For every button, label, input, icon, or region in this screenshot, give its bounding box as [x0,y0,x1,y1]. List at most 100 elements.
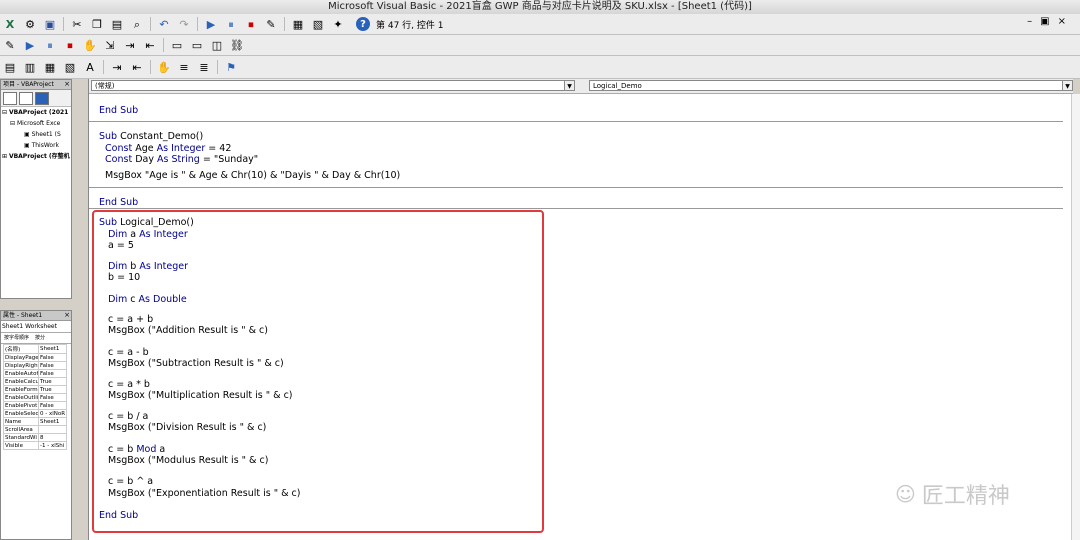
find-icon[interactable]: ⌕ [129,16,145,32]
property-row[interactable]: EnableOutlii False [3,393,68,402]
cursor-position-status: 第 47 行, 控件 1 [376,20,444,31]
call-stack-icon[interactable]: ⛓ [229,37,245,53]
object-browser-icon[interactable]: ✦ [330,16,346,32]
property-value[interactable]: Sheet1 [37,344,68,354]
procedure-combo[interactable]: Logical_Demo ▼ [589,80,1073,91]
run-icon[interactable]: ▶ [203,16,219,32]
tab-categorized[interactable]: 按分 [32,333,48,343]
design-mode-icon[interactable]: ✎ [263,16,279,32]
tree-item[interactable]: ⊞ VBAProject (存整机 [2,151,71,162]
insert-module-icon[interactable]: ⚙ [22,16,38,32]
paste-icon[interactable]: ▤ [109,16,125,32]
property-row[interactable]: EnableForm True [3,385,68,394]
close-icon[interactable]: × [64,80,70,89]
step-into-icon[interactable]: ⇲ [102,37,118,53]
locals-window-icon[interactable]: ▭ [169,37,185,53]
property-row[interactable]: ScrollArea [3,425,68,434]
quick-info-icon[interactable]: ▦ [42,59,58,75]
property-row[interactable]: EnableAutof False [3,369,68,378]
help-icon[interactable]: ? [356,17,370,31]
property-row[interactable]: Name Sheet1 [3,417,68,426]
vertical-scrollbar[interactable] [1071,94,1080,540]
property-row[interactable]: Visible -1 - xlShi [3,441,68,450]
property-name: DisplayRight [3,361,39,370]
undo-icon[interactable]: ↶ [156,16,172,32]
indent-icon[interactable]: ⇥ [109,59,125,75]
property-value[interactable]: -1 - xlShi [37,441,68,450]
uncomment-block-icon[interactable]: ≣ [196,59,212,75]
toggle-folders-icon[interactable] [35,91,49,105]
property-row[interactable]: EnableCalcu True [3,377,68,386]
save-icon[interactable]: ▣ [42,16,58,32]
property-row[interactable]: EnableSelec 0 - xlNoR [3,409,68,418]
property-row[interactable]: StandardWi 8 [3,433,68,442]
immediate-window-icon[interactable]: ▭ [189,37,205,53]
property-row[interactable]: (名称) Sheet1 [3,344,68,354]
step-over-icon[interactable]: ⇥ [122,37,138,53]
object-combo[interactable]: (常规) ▼ [91,80,575,91]
project-explorer-icon[interactable]: ▦ [290,16,306,32]
tree-item[interactable]: ⊟ Microsoft Exce [2,118,71,129]
code-line[interactable]: Const Day As String = "Sunday" [99,154,258,165]
property-row[interactable]: EnablePivot False [3,401,68,410]
property-value[interactable]: False [37,353,68,362]
outdent-icon[interactable]: ⇤ [129,59,145,75]
property-value[interactable]: Sheet1 [37,417,68,426]
property-name: (名称) [3,344,39,354]
property-name: Name [3,417,39,426]
cut-icon[interactable]: ✂ [69,16,85,32]
parameter-info-icon[interactable]: ▧ [62,59,78,75]
window-title: Microsoft Visual Basic - 2021盲盒 GWP 商品与对… [0,0,1080,15]
tree-item[interactable]: ⊟ VBAProject (2021 [2,107,71,118]
code-line[interactable]: End Sub [99,197,138,208]
chevron-down-icon[interactable]: ▼ [1062,81,1072,90]
property-value[interactable]: 0 - xlNoR [37,409,68,418]
complete-word-icon[interactable]: A [82,59,98,75]
property-value[interactable]: False [37,393,68,402]
tab-alphabetic[interactable]: 按字母顺序 [1,333,32,343]
toggle-breakpoint-icon-2[interactable]: ✋ [156,59,172,75]
view-object-icon[interactable] [19,91,33,105]
break-icon-2[interactable]: ⏸ [42,37,58,53]
view-code-icon[interactable] [3,91,17,105]
list-properties-icon[interactable]: ▤ [2,59,18,75]
list-constants-icon[interactable]: ▥ [22,59,38,75]
property-value[interactable] [37,425,68,434]
properties-icon[interactable]: ▧ [310,16,326,32]
close-icon[interactable]: × [64,311,70,320]
property-value[interactable]: False [37,361,68,370]
property-row[interactable]: DisplayPage False [3,353,68,362]
property-value[interactable]: 8 [37,433,68,442]
window-controls[interactable]: –▣× [1027,16,1074,27]
properties-pane-title: 属性 - Sheet1 × [1,311,71,321]
code-line[interactable]: Const Age As Integer = 42 [99,143,231,154]
step-out-icon[interactable]: ⇤ [142,37,158,53]
bookmark-icon[interactable]: ⚑ [223,59,239,75]
tree-item[interactable]: ▣ ThisWork [2,140,71,151]
property-value[interactable]: True [37,377,68,386]
chevron-down-icon[interactable]: ▼ [564,81,574,90]
code-line[interactable]: Sub Constant_Demo() [99,131,203,142]
break-icon[interactable]: ⏸ [223,16,239,32]
code-line[interactable]: End Sub [99,105,138,116]
comment-block-icon[interactable]: ≡ [176,59,192,75]
property-value[interactable]: True [37,385,68,394]
property-value[interactable]: False [37,401,68,410]
tree-item[interactable]: ▣ Sheet1 (S [2,129,71,140]
reset-icon[interactable]: ⏹ [243,16,259,32]
excel-icon[interactable]: X [2,16,18,32]
code-line[interactable]: MsgBox "Age is " & Age & Chr(10) & "Dayi… [99,170,400,181]
toggle-breakpoint-icon[interactable]: ✋ [82,37,98,53]
run-icon-2[interactable]: ▶ [22,37,38,53]
project-pane-title-text: 项目 - VBAProject [3,81,54,88]
design-icon[interactable]: ✎ [2,37,18,53]
watch-window-icon[interactable]: ◫ [209,37,225,53]
watermark-text: 匠工精神 [921,484,1010,509]
copy-icon[interactable]: ❐ [89,16,105,32]
property-value[interactable]: False [37,369,68,378]
object-selector[interactable]: Sheet1 Worksheet [1,321,71,333]
redo-icon[interactable]: ↷ [176,16,192,32]
property-row[interactable]: DisplayRight False [3,361,68,370]
reset-icon-2[interactable]: ⏹ [62,37,78,53]
property-name: ScrollArea [3,425,39,434]
